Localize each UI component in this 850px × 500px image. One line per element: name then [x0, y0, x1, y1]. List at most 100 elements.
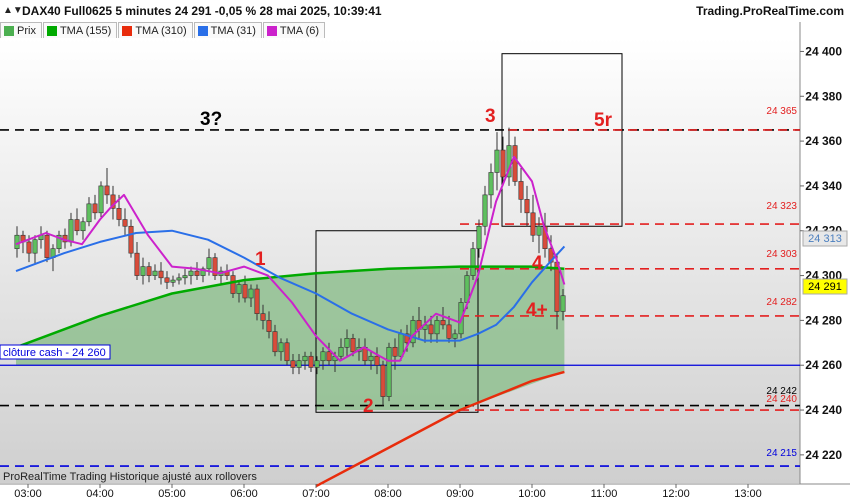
candle-body [476, 225, 482, 249]
y-tick-label: 24 360 [805, 134, 842, 148]
candle-body [146, 266, 152, 276]
x-tick-label: 07:00 [302, 488, 330, 500]
candle-body [440, 320, 446, 326]
y-tick-label: 24 340 [805, 179, 842, 193]
x-tick-label: 12:00 [662, 488, 690, 500]
candle-body [398, 333, 404, 357]
candle-body [152, 270, 158, 276]
level-label-24215: 24 215 [766, 448, 797, 459]
candle-body [530, 212, 536, 236]
candle-body [86, 203, 92, 223]
candle-body [80, 221, 86, 232]
candle-body [194, 270, 200, 276]
wave-label-3: 3 [485, 106, 496, 127]
candle-body [140, 266, 146, 276]
candle-body [134, 252, 140, 276]
candle-body [248, 288, 254, 299]
candle-body [308, 355, 314, 368]
candle-body [74, 219, 80, 232]
x-tick-label: 03:00 [14, 488, 42, 500]
footer-note: ProRealTime Trading Historique ajusté au… [3, 471, 257, 483]
candle-body [242, 284, 248, 299]
level-label-24303: 24 303 [766, 249, 797, 260]
candle-body [260, 313, 266, 321]
candle-body [170, 279, 176, 283]
x-tick-label: 05:00 [158, 488, 186, 500]
level-label-24365: 24 365 [766, 106, 797, 117]
x-tick-label: 06:00 [230, 488, 258, 500]
candle-body [206, 257, 212, 270]
wave-label-2: 2 [363, 396, 374, 417]
candle-body [236, 284, 242, 294]
candle-body [68, 219, 74, 243]
wave-label-4-plus: 4+ [526, 300, 548, 321]
candle-body [44, 234, 50, 258]
cash-close-tag: clôture cash - 24 260 [0, 344, 111, 360]
candle-body [368, 355, 374, 362]
candle-body [488, 172, 494, 196]
x-tick-label: 09:00 [446, 488, 474, 500]
candle-body [302, 355, 308, 362]
candle-body [98, 185, 104, 214]
candle-body [560, 295, 566, 312]
candle-body [446, 324, 452, 339]
candle-body [158, 270, 164, 279]
chart-window: { "header": { "title": "DAX40 Full0625 5… [0, 0, 850, 500]
candle-body [122, 219, 128, 227]
candle-body [278, 342, 284, 353]
candle-body [392, 346, 398, 357]
level-label-24323: 24 323 [766, 201, 797, 212]
x-tick-label: 10:00 [518, 488, 546, 500]
candle-body [116, 208, 122, 220]
candle-body [350, 338, 356, 353]
price-chart[interactable]: 24 40024 38024 36024 34024 32024 30024 2… [0, 0, 850, 500]
last-price-tag: 24 291 [808, 281, 842, 293]
candle-body [482, 194, 488, 227]
candle-body [92, 203, 98, 214]
level-label-24282: 24 282 [766, 297, 797, 308]
candle-body [452, 333, 458, 339]
candle-body [182, 275, 188, 279]
level-label-24240: 24 240 [766, 394, 797, 405]
tma31-value-tag: 24 313 [808, 233, 842, 245]
wave-label-5r: 5r [594, 110, 613, 131]
candle-body [320, 351, 326, 362]
candle-body [266, 320, 272, 332]
y-tick-label: 24 240 [805, 403, 842, 417]
y-tick-label: 24 280 [805, 313, 842, 327]
wave-label-3-alt: 3? [200, 109, 222, 130]
y-tick-label: 24 380 [805, 89, 842, 103]
candle-body [512, 145, 518, 182]
candle-body [494, 149, 500, 173]
candle-body [338, 346, 344, 357]
candle-body [26, 241, 32, 254]
candle-body [470, 248, 476, 276]
candle-body [434, 320, 440, 335]
candle-body [14, 234, 20, 249]
candle-body [500, 149, 506, 178]
candle-body [284, 342, 290, 362]
candle-body [188, 270, 194, 276]
candle-body [326, 351, 332, 362]
candle-body [290, 360, 296, 368]
candle-body [176, 277, 182, 281]
wave-label-4: 4 [532, 253, 543, 274]
candle-body [230, 275, 236, 294]
time-axis[interactable] [0, 484, 850, 500]
candle-body [254, 288, 260, 314]
candle-body [344, 338, 350, 348]
x-tick-label: 11:00 [591, 488, 618, 500]
candle-body [128, 225, 134, 254]
candle-body [536, 225, 542, 236]
y-tick-label: 24 400 [805, 44, 842, 58]
candle-body [524, 199, 530, 214]
candle-body [518, 181, 524, 200]
plot-background [0, 38, 800, 483]
candle-body [296, 360, 302, 368]
x-tick-label: 08:00 [374, 488, 402, 500]
y-tick-label: 24 220 [805, 448, 842, 462]
wave-label-1: 1 [255, 249, 266, 270]
candle-body [164, 277, 170, 283]
y-tick-label: 24 260 [805, 358, 842, 372]
candle-body [428, 324, 434, 335]
